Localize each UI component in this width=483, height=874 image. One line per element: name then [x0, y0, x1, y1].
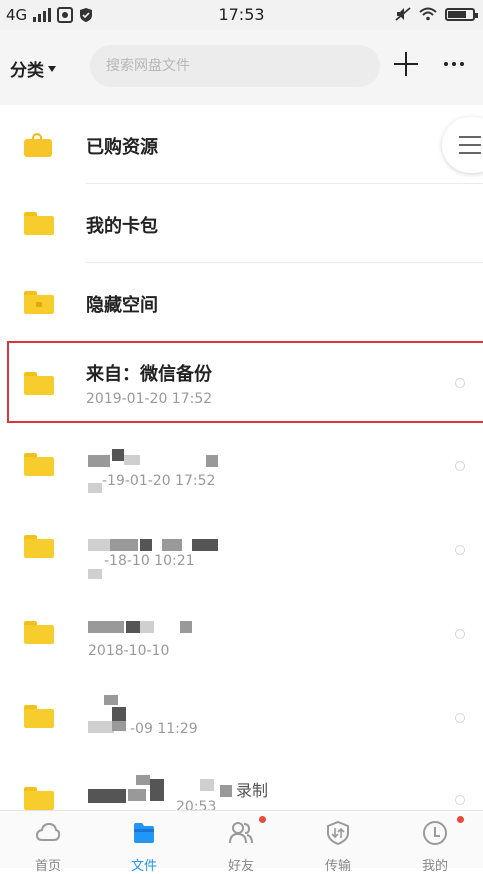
- file-row-purchased[interactable]: 已购资源: [0, 105, 483, 184]
- tab-label: 我的: [421, 859, 448, 874]
- category-dropdown[interactable]: 分类: [10, 56, 56, 81]
- status-right: [395, 6, 478, 22]
- file-row-obscured-3[interactable]: 2018-10-10: [0, 585, 483, 663]
- file-date: 2018-10-10: [88, 643, 170, 659]
- category-label: 分类: [10, 61, 44, 81]
- transfer-icon: [327, 820, 349, 846]
- top-toolbar: 分类 搜索网盘文件: [0, 30, 483, 105]
- tab-home[interactable]: 首页: [0, 811, 96, 874]
- tab-label: 好友: [227, 859, 254, 874]
- select-radio[interactable]: [455, 545, 465, 555]
- tab-friends[interactable]: 好友: [193, 811, 289, 874]
- notification-badge: [259, 816, 266, 823]
- tab-transfer[interactable]: 传输: [290, 811, 386, 874]
- select-radio[interactable]: [455, 713, 465, 723]
- file-name: 隐藏空间: [86, 295, 158, 316]
- file-row-obscured-5[interactable]: 录制 20:53: [0, 745, 483, 810]
- caret-down-icon: [48, 65, 56, 72]
- select-radio[interactable]: [455, 795, 465, 805]
- file-date: -18-10 10:21: [104, 553, 195, 569]
- wifi-icon: [419, 7, 437, 21]
- search-placeholder: 搜索网盘文件: [106, 58, 190, 74]
- tab-files[interactable]: 文件: [96, 811, 192, 874]
- notification-badge: [457, 816, 464, 823]
- file-row-obscured-4[interactable]: -09 11:29: [0, 665, 483, 743]
- file-name: 我的卡包: [86, 216, 158, 237]
- file-icon: [134, 823, 154, 843]
- tab-label: 传输: [324, 859, 351, 874]
- file-name: 已购资源: [86, 137, 158, 158]
- profile-icon: [423, 821, 447, 845]
- file-row-obscured-1[interactable]: -19-01-20 17:52: [0, 425, 483, 503]
- select-radio[interactable]: [455, 629, 465, 639]
- folder-icon: [24, 705, 54, 728]
- cloud-icon: [35, 822, 61, 841]
- folder-icon: [24, 535, 54, 558]
- tab-profile[interactable]: 我的: [387, 811, 483, 874]
- file-date: -19-01-20 17:52: [102, 473, 216, 489]
- file-row-obscured-2[interactable]: -18-10 10:21: [0, 505, 483, 583]
- search-input[interactable]: 搜索网盘文件: [90, 45, 380, 87]
- file-date: -09 11:29: [130, 721, 198, 737]
- add-icon[interactable]: [394, 52, 418, 76]
- folder-icon: [24, 291, 54, 314]
- folder-icon: [24, 787, 54, 810]
- battery-icon: [445, 7, 478, 21]
- file-list: 已购资源 我的卡包 隐藏空间 来自：微信备份 2019-01-20 17:52 …: [0, 105, 483, 810]
- file-name: 录制: [236, 781, 269, 800]
- file-row-card-wallet[interactable]: 我的卡包: [0, 184, 483, 263]
- file-row-hidden-space[interactable]: 隐藏空间: [0, 263, 483, 342]
- file-date: 20:53: [176, 799, 217, 810]
- tab-label: 首页: [34, 859, 61, 874]
- mute-icon: [395, 7, 411, 21]
- folder-icon: [24, 621, 54, 644]
- more-menu-icon[interactable]: [444, 62, 464, 66]
- tab-label: 文件: [130, 859, 157, 874]
- folder-icon: [24, 212, 54, 235]
- folder-icon: [24, 453, 54, 476]
- shopping-bag-icon: [24, 133, 52, 157]
- status-bar: 4G 17:53: [0, 0, 483, 30]
- highlight-frame: [7, 341, 483, 423]
- select-radio[interactable]: [455, 461, 465, 471]
- bottom-tab-bar: 首页 文件 好友 传输 我的: [0, 810, 483, 874]
- friends-icon: [229, 822, 253, 844]
